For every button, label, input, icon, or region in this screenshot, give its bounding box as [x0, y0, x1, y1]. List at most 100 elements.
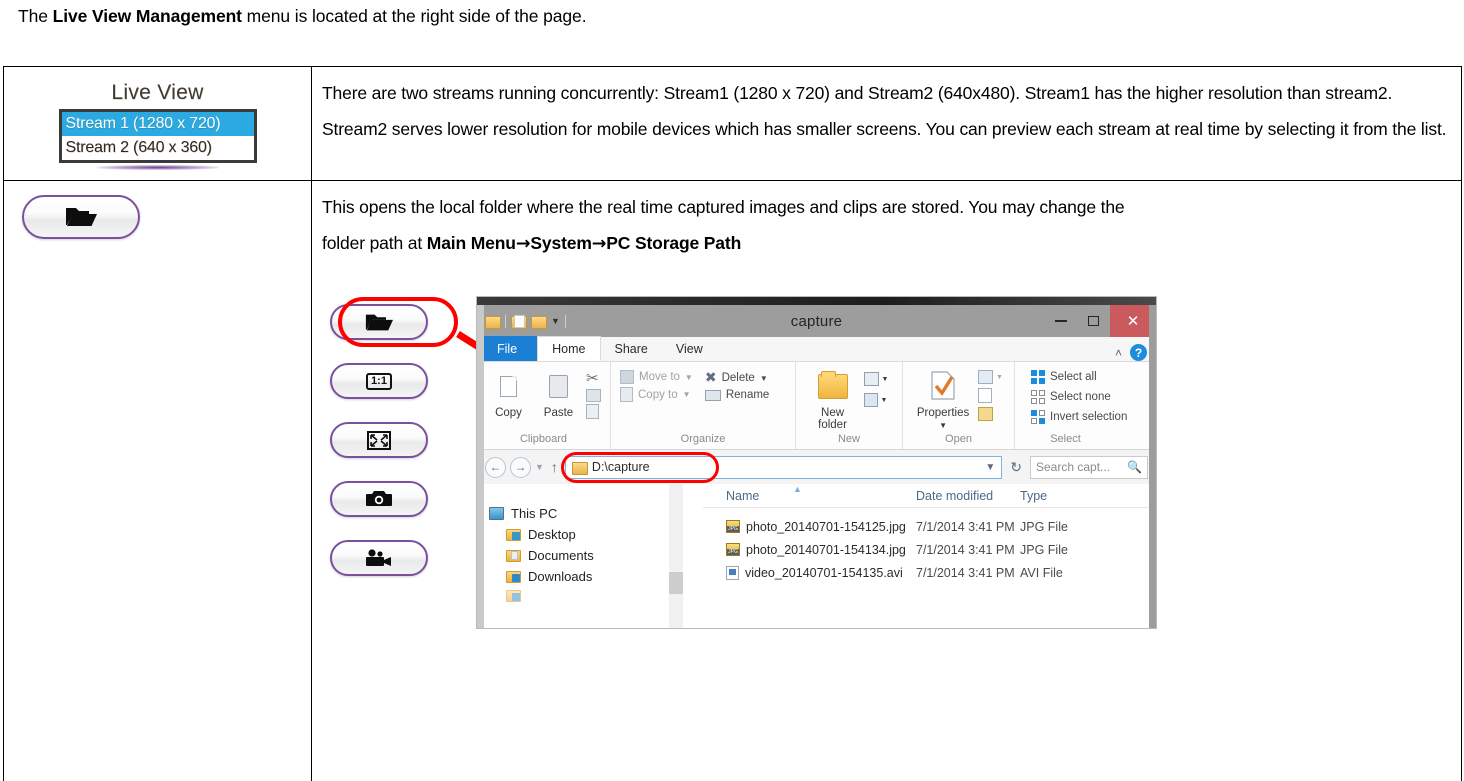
file-type-3: AVI File — [1020, 565, 1063, 580]
address-path-input[interactable]: D:\capture ▼ — [560, 451, 1003, 483]
toolbar-open-folder-button[interactable] — [330, 304, 428, 340]
toolbar-button-folder-wrap — [330, 297, 537, 376]
column-header-name[interactable]: ▲ Name — [703, 484, 916, 503]
cell-folder-button — [3, 180, 312, 781]
tree-label-documents: Documents — [528, 548, 594, 563]
new-folder-button[interactable]: New folder — [810, 367, 856, 431]
back-button[interactable]: ← — [485, 456, 506, 478]
new-folder-label: New folder — [818, 407, 847, 431]
navigation-pane: This PC Desktop Documents Downloads — [477, 484, 695, 628]
intro-bold-term: Live View Management — [52, 6, 242, 26]
new-folder-icon — [817, 367, 848, 405]
edit-icon[interactable] — [978, 388, 993, 403]
documents-folder-icon — [506, 549, 521, 562]
toolbar-record-button[interactable] — [330, 540, 428, 576]
chevron-down-icon: ▼ — [684, 372, 693, 382]
ribbon-group-new: New folder ▼ ▼ New — [795, 362, 902, 449]
toolbar-snapshot-button[interactable] — [330, 481, 428, 517]
explorer-content: This PC Desktop Documents Downloads ▲ Na… — [477, 484, 1156, 628]
paste-shortcut-icon[interactable] — [586, 404, 599, 419]
new-item-button[interactable]: ▼ — [863, 372, 888, 386]
column-label-date: Date modified — [916, 488, 994, 503]
delete-button[interactable]: ✖ Delete ▼ — [705, 370, 769, 386]
tree-item-desktop[interactable]: Desktop — [489, 527, 695, 542]
refresh-icon: ↻ — [1010, 458, 1022, 475]
search-input[interactable]: Search capt... 🔍 — [1030, 455, 1148, 479]
folder-description-line1: This opens the local folder where the re… — [322, 197, 1125, 217]
tab-home[interactable]: Home — [537, 336, 601, 361]
column-header-type[interactable]: Type — [1020, 489, 1090, 503]
properties-button[interactable]: Properties ▼ — [914, 367, 972, 430]
tree-label-this-pc: This PC — [511, 506, 558, 521]
clipboard-buttons: Copy Paste ✂ — [479, 362, 608, 433]
chevron-down-icon: ▼ — [939, 421, 947, 430]
tab-view[interactable]: View — [662, 336, 717, 361]
select-none-button[interactable]: Select none — [1031, 390, 1127, 404]
file-row-3[interactable]: video_20140701-154135.avi 7/1/2014 3:41 … — [703, 561, 1156, 584]
open-small-icons: ▼ — [978, 367, 1003, 421]
up-button[interactable]: ↑ — [548, 459, 561, 475]
open-group-label: Open — [945, 433, 972, 445]
tree-label-downloads: Downloads — [528, 569, 593, 584]
refresh-button[interactable]: ↻ — [1006, 459, 1026, 476]
desktop-folder-icon — [506, 528, 521, 541]
toolbar-one-to-one-button[interactable]: 1:1 — [330, 363, 428, 399]
file-row-2[interactable]: photo_20140701-154134.jpg 7/1/2014 3:41 … — [703, 538, 1156, 561]
rename-button[interactable]: Rename — [704, 389, 769, 401]
column-header-date[interactable]: Date modified — [916, 489, 1020, 503]
folder-icon — [571, 461, 588, 475]
help-icon[interactable]: ? — [1130, 344, 1147, 361]
stream-option-1[interactable]: Stream 1 (1280 x 720) — [61, 112, 254, 136]
move-to-button[interactable]: Move to ▼ — [620, 370, 693, 384]
open-folder-button[interactable] — [22, 195, 140, 239]
column-label-type: Type — [1020, 488, 1048, 503]
chevron-down-icon[interactable]: ▼ — [985, 462, 995, 473]
cut-icon[interactable]: ✂ — [586, 369, 601, 387]
history-icon[interactable] — [978, 407, 994, 421]
move-to-label: Move to — [639, 371, 680, 383]
tab-share[interactable]: Share — [601, 336, 662, 361]
select-all-button[interactable]: Select all — [1031, 370, 1127, 384]
folder-description-line2: folder path at Main Menu→System→PC Stora… — [322, 225, 1453, 262]
liveview-widget: Live View Stream 1 (1280 x 720) Stream 2… — [4, 67, 311, 180]
invert-selection-button[interactable]: Invert selection — [1031, 410, 1127, 424]
copy-button[interactable]: Copy — [486, 367, 531, 419]
column-label-name: Name — [726, 488, 760, 503]
recent-locations-icon[interactable]: ▼ — [535, 462, 544, 472]
window-left-edge — [477, 305, 484, 628]
menu-path-system: System — [530, 233, 592, 253]
file-name-cell-2: photo_20140701-154134.jpg — [703, 543, 916, 557]
tree-item-downloads[interactable]: Downloads — [489, 569, 695, 584]
copy-to-button[interactable]: Copy to ▼ — [620, 387, 693, 402]
select-none-icon — [1031, 390, 1045, 404]
stream-select-list[interactable]: Stream 1 (1280 x 720) Stream 2 (640 x 36… — [58, 109, 257, 163]
new-group-label: New — [837, 433, 860, 445]
scroll-up-arrow[interactable] — [669, 484, 683, 510]
chevron-up-icon[interactable]: ˄ — [1115, 346, 1122, 360]
new-item-icons: ▼ ▼ — [863, 367, 889, 407]
tree-item-this-pc[interactable]: This PC — [489, 506, 695, 521]
open-with-button[interactable]: ▼ — [978, 370, 1003, 384]
tree-item-documents[interactable]: Documents — [489, 548, 695, 563]
file-name-2: photo_20140701-154134.jpg — [746, 542, 906, 557]
explorer-title-bar[interactable]: ▼ capture ✕ — [477, 305, 1156, 337]
file-date-1: 7/1/2014 3:41 PM — [916, 519, 1015, 534]
file-type-2: JPG File — [1020, 542, 1068, 557]
tab-file[interactable]: File — [477, 336, 538, 361]
file-list-header: ▲ Name Date modified Type — [703, 484, 1156, 508]
copy-path-icon[interactable] — [586, 389, 601, 402]
easy-access-button[interactable]: ▼ — [863, 393, 889, 407]
file-date-3: 7/1/2014 3:41 PM — [916, 565, 1015, 580]
stream-option-2[interactable]: Stream 2 (640 x 360) — [62, 136, 254, 160]
liveview-description-text: There are two streams running concurrent… — [322, 83, 1447, 139]
scroll-thumb[interactable] — [669, 572, 683, 594]
tree-item-partial[interactable] — [489, 590, 695, 602]
jpg-file-icon — [726, 543, 740, 556]
file-row-1[interactable]: photo_20140701-154125.jpg 7/1/2014 3:41 … — [703, 515, 1156, 538]
forward-icon: → — [514, 460, 527, 474]
file-name-1: photo_20140701-154125.jpg — [746, 519, 906, 534]
select-buttons: Select all Select none Invert selection — [1017, 362, 1154, 433]
toolbar-fullscreen-button[interactable] — [330, 422, 428, 458]
forward-button[interactable]: → — [510, 456, 531, 478]
paste-button[interactable]: Paste — [536, 367, 581, 419]
